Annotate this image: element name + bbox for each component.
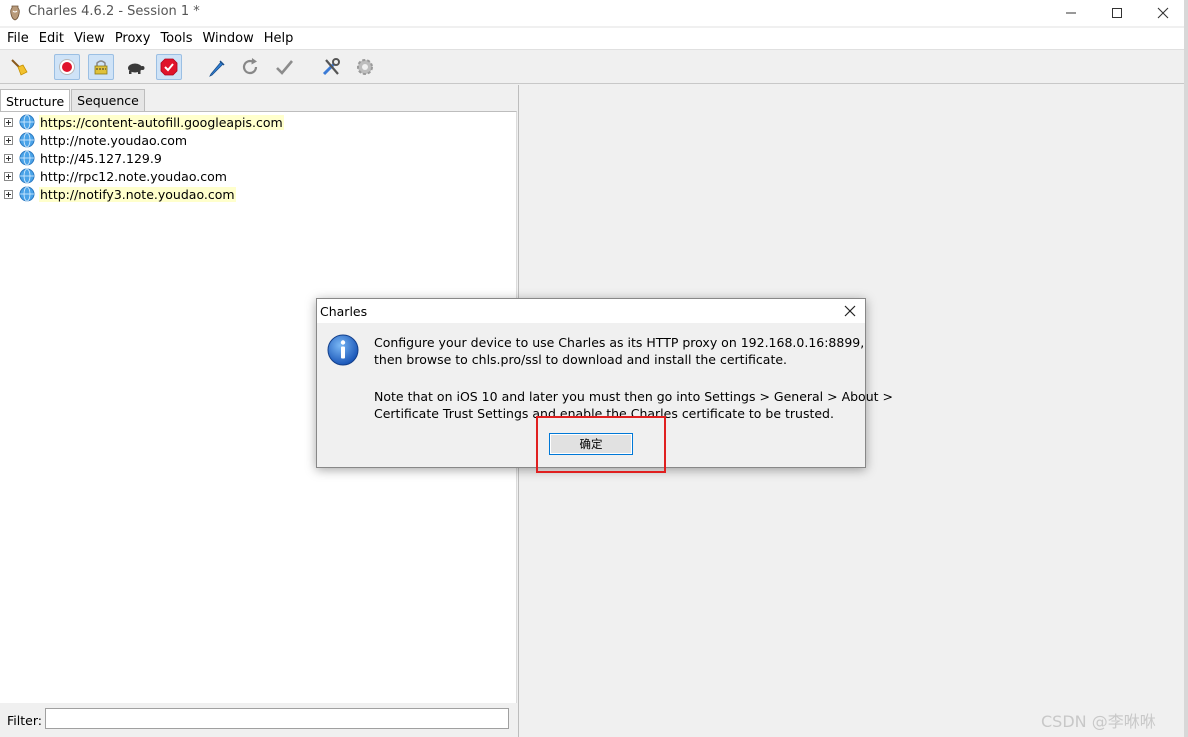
- maximize-button[interactable]: [1094, 0, 1140, 26]
- view-tabs: Structure Sequence: [0, 89, 146, 112]
- host-label: http://note.youdao.com: [40, 132, 188, 148]
- throttle-icon: [94, 60, 108, 75]
- dialog-title-bar: Charles: [317, 299, 865, 323]
- filter-label: Filter:: [7, 713, 42, 728]
- settings-button[interactable]: [352, 54, 378, 80]
- refresh-icon: [242, 58, 258, 75]
- tab-structure[interactable]: Structure: [0, 89, 71, 112]
- menu-file[interactable]: File: [2, 31, 34, 46]
- menu-tools[interactable]: Tools: [155, 31, 197, 46]
- charles-window: Charles 4.6.2 - Session 1 * File Edit Vi…: [0, 0, 1188, 737]
- throttle-button[interactable]: [88, 54, 114, 80]
- tools-button[interactable]: [318, 54, 344, 80]
- globe-icon: [19, 150, 35, 166]
- globe-icon: [19, 168, 35, 184]
- host-label: https://content-autofill.googleapis.com: [39, 114, 284, 130]
- repeat-button[interactable]: [237, 54, 263, 80]
- expand-icon[interactable]: [4, 153, 13, 163]
- globe-icon: [19, 132, 35, 148]
- menu-proxy[interactable]: Proxy: [110, 31, 156, 46]
- window-edge: [1184, 0, 1188, 737]
- filter-input[interactable]: [45, 708, 509, 729]
- title-bar: Charles 4.6.2 - Session 1 *: [0, 0, 1188, 26]
- dialog-message-line: Configure your device to use Charles as …: [374, 335, 865, 350]
- window-title: Charles 4.6.2 - Session 1 *: [28, 4, 200, 19]
- clear-session-button[interactable]: [6, 54, 32, 80]
- tab-sequence[interactable]: Sequence: [71, 89, 145, 111]
- menu-help[interactable]: Help: [259, 31, 299, 46]
- tree-item[interactable]: http://rpc12.note.youdao.com: [4, 167, 228, 185]
- toolbar: [0, 51, 1184, 84]
- globe-icon: [19, 114, 35, 130]
- maximize-icon: [1112, 8, 1122, 18]
- turtle-icon: [128, 63, 145, 74]
- info-icon: [327, 334, 359, 366]
- tree-item[interactable]: http://note.youdao.com: [4, 131, 188, 149]
- expand-icon[interactable]: [4, 117, 13, 127]
- gear-icon: [357, 59, 373, 75]
- charles-vase-icon: [10, 5, 20, 21]
- validate-button[interactable]: [271, 54, 297, 80]
- close-icon: [844, 305, 856, 317]
- dialog-title: Charles: [320, 304, 368, 319]
- expand-icon[interactable]: [4, 171, 13, 181]
- turtle-button[interactable]: [122, 54, 148, 80]
- watermark: CSDN @李咻咻: [1041, 712, 1156, 731]
- breakpoint-check-icon: [160, 58, 178, 76]
- dialog-message-line: then browse to chls.pro/ssl to download …: [374, 352, 788, 367]
- record-icon: [59, 59, 75, 75]
- minimize-icon: [1066, 12, 1076, 14]
- tree-item[interactable]: http://notify3.note.youdao.com: [4, 185, 236, 203]
- expand-icon[interactable]: [4, 135, 13, 145]
- tree-item[interactable]: https://content-autofill.googleapis.com: [4, 113, 284, 131]
- menu-edit[interactable]: Edit: [34, 31, 69, 46]
- menu-bar: File Edit View Proxy Tools Window Help: [0, 28, 1184, 50]
- checkmark-icon: [276, 60, 293, 75]
- menu-view[interactable]: View: [69, 31, 110, 46]
- pen-icon: [209, 60, 225, 77]
- filter-bar: Filter:: [0, 703, 517, 737]
- close-window-button[interactable]: [1140, 0, 1186, 26]
- minimize-button[interactable]: [1048, 0, 1094, 26]
- breakpoints-button[interactable]: [156, 54, 182, 80]
- dialog-close-button[interactable]: [839, 301, 861, 321]
- broom-icon: [11, 59, 28, 76]
- tools-icon: [322, 58, 340, 76]
- compose-button[interactable]: [203, 54, 229, 80]
- globe-icon: [19, 186, 35, 202]
- dialog-message-line: Note that on iOS 10 and later you must t…: [374, 389, 893, 404]
- host-label: http://45.127.129.9: [40, 150, 162, 166]
- tree-item[interactable]: http://45.127.129.9: [4, 149, 163, 167]
- menu-window[interactable]: Window: [197, 31, 258, 46]
- host-label: http://rpc12.note.youdao.com: [40, 168, 227, 184]
- record-button[interactable]: [54, 54, 80, 80]
- annotation-highlight-box: [536, 416, 666, 473]
- close-icon: [1157, 7, 1169, 19]
- host-label: http://notify3.note.youdao.com: [39, 186, 236, 202]
- expand-icon[interactable]: [4, 189, 13, 199]
